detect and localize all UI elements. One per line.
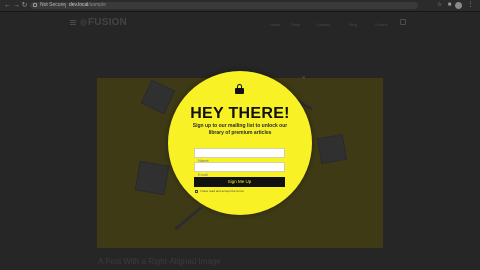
name-field[interactable] [194,148,285,165]
more-vertical-icon[interactable]: ⋮ [467,2,474,9]
url-host: dev.local [69,2,89,8]
popup-heading: HEY THERE! [190,105,290,122]
chart-illustration-icon [316,133,348,165]
security-label[interactable]: Not Secure [40,2,65,9]
puzzle-icon[interactable]: ■ [446,2,453,9]
padlock-icon [235,84,244,94]
profile-avatar[interactable] [455,2,462,9]
url-path: /sample [88,2,106,8]
address-bar[interactable]: Not Secure dev.local/sample [30,2,418,9]
forward-arrow-icon[interactable]: → [13,2,20,9]
popup-description: Sign up to our mailing list to unlock ou… [192,123,288,136]
star-icon[interactable]: ☆ [436,2,443,9]
pencil-illustration-icon [174,206,203,231]
security-icon[interactable] [33,3,37,7]
reload-icon[interactable]: ↻ [21,2,28,9]
consent-label: I have read and accept the terms [200,189,244,193]
menu-item-submit[interactable]: Submit [375,22,387,27]
padlock-body [235,88,244,94]
close-icon[interactable]: × [300,75,307,82]
menu-item-shop[interactable]: Shop [291,22,300,27]
consent-checkbox[interactable] [195,190,198,193]
logo-mark-icon [80,19,87,26]
compass-illustration-icon [134,160,170,196]
site-logo[interactable]: FUSION [88,17,127,29]
menu-item-contact[interactable]: Contact [316,22,330,27]
back-arrow-icon[interactable]: ← [4,2,11,9]
sign-up-button[interactable]: Sign Me Up [194,177,285,187]
cart-icon[interactable] [400,19,406,25]
browser-toolbar: ← → ↻ Not Secure dev.local/sample ☆ ■ ⋮ [0,0,480,12]
email-field[interactable] [194,162,285,179]
post-title[interactable]: A Post With a Right-Aligned Image [98,257,221,267]
menu-item-blog[interactable]: Blog [349,22,357,27]
hamburger-menu-icon[interactable] [70,20,76,25]
address-divider [65,3,66,8]
url-text[interactable]: dev.local/sample [69,2,106,9]
menu-item-home[interactable]: Home [270,22,281,27]
